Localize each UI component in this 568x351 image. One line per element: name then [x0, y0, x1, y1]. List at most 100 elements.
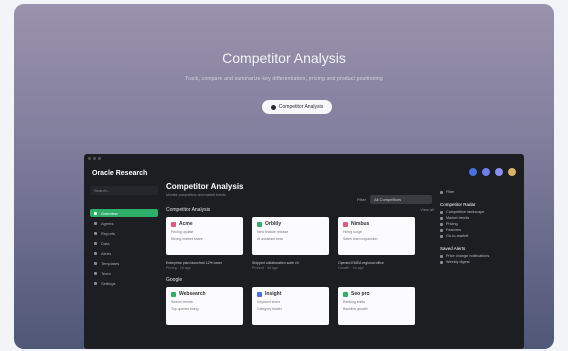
- competitor-note: Shipped collaboration suite v3 Product · …: [252, 261, 329, 271]
- competitor-card[interactable]: Nimbus Hiring surge Sales team expansion: [338, 217, 415, 255]
- sidebar-item-team[interactable]: Team: [90, 269, 158, 277]
- competitor-name-label: Acme: [179, 221, 193, 227]
- competitor-card[interactable]: Orbitly New feature release AI assistant b…: [252, 217, 329, 255]
- competitor-name: Websearch: [171, 291, 238, 297]
- sidebar-item-alerts[interactable]: Alerts: [90, 249, 158, 257]
- competitor-card[interactable]: Insight Keyword share Category leader: [252, 287, 329, 325]
- competitor-logo-icon: [343, 221, 348, 227]
- card-line: Strong market share: [171, 237, 203, 241]
- bullet-icon: [440, 222, 443, 226]
- right-panel-item-label: Competitive landscape: [446, 210, 485, 214]
- bullet-icon: [440, 234, 443, 238]
- note-meta: Growth · 1w ago: [338, 266, 364, 270]
- filter-control: Filter All Competitors: [357, 195, 432, 204]
- right-panel-item-label: Weekly digest: [446, 260, 470, 264]
- note-meta: Product · 4d ago: [252, 266, 278, 270]
- sidebar-icon: [94, 241, 97, 245]
- sidebar-search-input[interactable]: Search...: [90, 186, 158, 195]
- card-line: Hiring surge: [343, 230, 362, 234]
- competitor-name-label: Nimbus: [351, 221, 370, 227]
- sidebar-item-label: Agents: [101, 220, 114, 226]
- filter-select[interactable]: All Competitors: [370, 195, 432, 204]
- sidebar: Search... Overview Agents Reports Data Alert…: [90, 186, 158, 289]
- right-panel-item-label: Price change notifications: [446, 254, 490, 258]
- bullet-icon: [440, 254, 443, 258]
- sidebar-item-overview[interactable]: Overview: [90, 209, 158, 217]
- right-panel-item[interactable]: Weekly digest: [440, 260, 520, 264]
- sidebar-item-label: Team: [101, 270, 111, 276]
- right-panel-item[interactable]: Market trends: [440, 216, 520, 220]
- page-title: Competitor Analysis: [166, 182, 244, 191]
- competitor-card[interactable]: Acme Pricing update Strong market share: [166, 217, 243, 255]
- avatar[interactable]: [508, 168, 516, 176]
- google-row: Websearch Search trends Top queries rising…: [166, 287, 434, 325]
- sidebar-item-settings[interactable]: Settings: [90, 279, 158, 287]
- sidebar-icon: [94, 221, 97, 225]
- bullet-icon: [440, 216, 443, 220]
- card-line: Top queries rising: [171, 307, 199, 311]
- card-line: Keyword share: [257, 300, 281, 304]
- competitor-logo-icon: [343, 291, 348, 297]
- competitor-card[interactable]: Websearch Search trends Top queries rising: [166, 287, 243, 325]
- section-title: Google: [166, 277, 183, 283]
- competitor-name: Seo pro: [343, 291, 410, 297]
- competitor-name-label: Insight: [265, 291, 282, 297]
- sidebar-item-label: Data: [101, 240, 110, 246]
- main-content: Competitor Analysis Monitor competitors …: [166, 182, 434, 325]
- sidebar-item-agents[interactable]: Agents: [90, 219, 158, 227]
- sidebar-icon: [94, 231, 97, 235]
- bullet-icon: [440, 210, 443, 214]
- notification-icon[interactable]: [469, 168, 477, 176]
- settings-icon[interactable]: [495, 168, 503, 176]
- card-line: Search trends: [171, 300, 193, 304]
- right-panel-item[interactable]: Competitive landscape: [440, 210, 520, 214]
- right-panel-item[interactable]: Features: [440, 228, 520, 232]
- competitor-name: Acme: [171, 221, 238, 227]
- competitor-logo-icon: [171, 291, 176, 297]
- card-line: Category leader: [257, 307, 282, 311]
- card-line: Sales team expansion: [343, 237, 378, 241]
- section-header: Competitor Analysis View all: [166, 207, 434, 213]
- competitor-name-label: Seo pro: [351, 291, 370, 297]
- right-panel-item-label: Pricing: [446, 222, 458, 226]
- hero-title: Competitor Analysis: [222, 50, 346, 66]
- alerts-heading: Saved Alerts: [440, 246, 466, 251]
- right-panel-item[interactable]: Go-to-market: [440, 234, 520, 238]
- bullet-icon: [440, 228, 443, 232]
- sidebar-icon: [94, 271, 97, 275]
- competitor-logo-icon: [257, 291, 262, 297]
- competitor-analysis-button[interactable]: Competitor Analysis: [262, 100, 332, 114]
- competitor-card[interactable]: Seo pro Ranking shifts Backlink growth: [338, 287, 415, 325]
- filter-label: Filter: [357, 197, 366, 202]
- right-panel-item-label: Features: [446, 228, 461, 232]
- sidebar-item-data[interactable]: Data: [90, 239, 158, 247]
- app-window: Oracle Research Search... Overview Agents…: [84, 154, 524, 349]
- note-meta: Pricing · 2d ago: [166, 266, 191, 270]
- competitor-name: Nimbus: [343, 221, 410, 227]
- chat-icon[interactable]: [482, 168, 490, 176]
- right-panel-filter[interactable]: Filter: [440, 190, 520, 194]
- section-title: Competitor Analysis: [166, 207, 211, 213]
- sidebar-icon: [94, 261, 97, 265]
- hero-subtitle: Track, compare and summarize key differe…: [185, 76, 383, 82]
- competitor-logo-icon: [257, 221, 262, 227]
- competitor-name: Insight: [257, 291, 324, 297]
- card-line: AI assistant beta: [257, 237, 283, 241]
- top-icons: [469, 168, 516, 176]
- right-panel-item-label: Market trends: [446, 216, 470, 220]
- sidebar-item-label: Alerts: [101, 250, 112, 256]
- right-panel-item[interactable]: Price change notifications: [440, 254, 520, 258]
- competitor-notes-row: Enterprise plan launched 12% lower Pricin…: [166, 258, 434, 271]
- competitor-name-label: Websearch: [179, 291, 206, 297]
- radar-heading: Competitor Radar: [440, 202, 476, 207]
- sidebar-item-templates[interactable]: Templates: [90, 259, 158, 267]
- section-header: Google: [166, 277, 434, 283]
- sidebar-item-reports[interactable]: Reports: [90, 229, 158, 237]
- hero-card: Competitor Analysis Track, compare and s…: [14, 4, 554, 349]
- view-all-link[interactable]: View all: [420, 207, 434, 213]
- competitor-row: Acme Pricing update Strong market share Orb…: [166, 217, 434, 255]
- brand-name: Oracle Research: [92, 170, 148, 177]
- sidebar-item-label: Reports: [101, 230, 116, 236]
- right-panel-item-label: Go-to-market: [446, 234, 469, 238]
- right-panel-item[interactable]: Pricing: [440, 222, 520, 226]
